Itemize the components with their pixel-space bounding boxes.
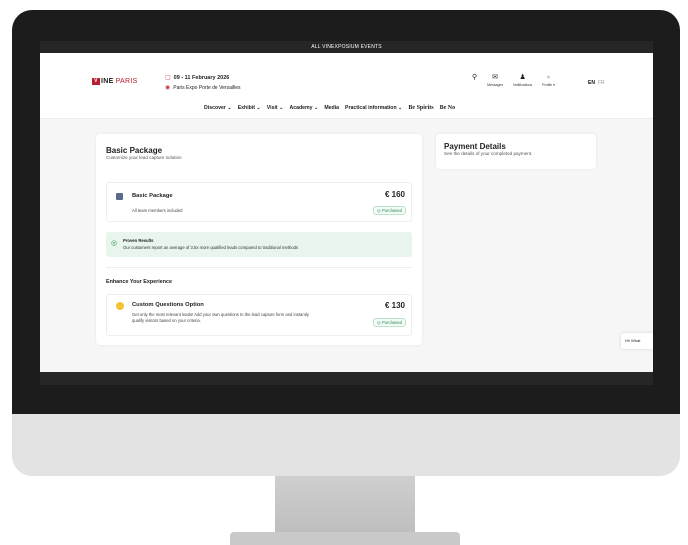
monitor-stand-foot xyxy=(230,532,460,545)
divider xyxy=(106,267,412,268)
bottom-bar xyxy=(40,372,653,385)
lightbulb-icon xyxy=(116,302,124,310)
basic-package-price: € 160 xyxy=(384,190,405,199)
payment-details-card: Payment Details See the details of your … xyxy=(436,134,596,169)
custom-questions-price: € 130 xyxy=(384,301,405,310)
profile-label: Profile ▾ xyxy=(542,83,555,87)
main-nav: Discover ⌄ Exhibit ⌄ Visit ⌄ Academy ⌄ M… xyxy=(204,105,455,111)
location-pin-icon: ◉ xyxy=(165,85,171,91)
language-switcher: EN FR xyxy=(588,80,605,86)
notifications-button[interactable]: ♟ Notifications xyxy=(513,73,532,87)
custom-questions-item[interactable]: Custom Questions Option Get only the mos… xyxy=(106,294,412,336)
bell-icon: ♟ xyxy=(519,74,526,81)
profile-button[interactable]: ● Profile ▾ xyxy=(542,73,555,87)
check-circle-icon: ◎ xyxy=(377,320,381,325)
nav-exhibit[interactable]: Exhibit ⌄ xyxy=(238,105,261,111)
basic-package-desc: All team members included xyxy=(132,208,183,213)
header-actions: ⚲ ✉ Messages ♟ Notifications ● Profile ▾ xyxy=(472,73,555,87)
custom-questions-name: Custom Questions Option xyxy=(132,302,204,308)
payment-title: Payment Details xyxy=(444,142,506,151)
custom-questions-desc-2: qualify visitors based on your criteria. xyxy=(132,318,201,323)
payment-subtitle: See the details of your completed paymen… xyxy=(444,151,533,156)
nav-be-no[interactable]: Be No xyxy=(440,105,456,111)
nav-practical-information[interactable]: Practical information ⌄ xyxy=(345,105,402,111)
nav-be-spirits[interactable]: Be Spirits xyxy=(408,105,433,111)
check-circle-icon: ◎ xyxy=(111,240,118,247)
logo-main-text: INE xyxy=(101,78,114,85)
event-date: 09 - 11 February 2026 xyxy=(173,75,230,81)
nav-discover[interactable]: Discover ⌄ xyxy=(204,105,232,111)
site-header: V INE PARIS ▢ 09 - 11 February 2026 ◉ Paris … xyxy=(40,53,653,119)
lang-en[interactable]: EN xyxy=(588,80,595,86)
basic-package-item[interactable]: Basic Package All team members included … xyxy=(106,182,412,222)
basic-purchased-badge: ◎ Purchased xyxy=(373,206,406,215)
chat-widget[interactable]: Hi! What xyxy=(621,333,653,349)
nav-visit[interactable]: Visit ⌄ xyxy=(267,105,284,111)
messages-label: Messages xyxy=(487,83,504,87)
package-title: Basic Package xyxy=(106,146,163,155)
basic-package-name: Basic Package xyxy=(132,193,173,199)
logo-mark: V xyxy=(92,78,100,85)
check-circle-icon: ◎ xyxy=(377,208,381,213)
notifications-label: Notifications xyxy=(513,83,533,87)
events-top-bar[interactable]: ALL VINEXPOSIUM EVENTS xyxy=(40,41,653,60)
custom-purchased-label: Purchased xyxy=(381,320,402,325)
basic-purchased-label: Purchased xyxy=(381,208,402,213)
all-events-link[interactable]: ALL VINEXPOSIUM EVENTS xyxy=(311,44,382,50)
event-info: ▢ 09 - 11 February 2026 ◉ Paris Expo Porte… xyxy=(165,73,241,93)
site-logo[interactable]: V INE PARIS xyxy=(92,78,138,85)
package-subtitle: Customize your lead capture solution xyxy=(106,155,182,160)
custom-questions-desc-1: Get only the most relevant leads! Add yo… xyxy=(132,312,309,317)
proven-title: Proven Results xyxy=(123,238,154,243)
nav-media[interactable]: Media xyxy=(324,105,339,111)
event-venue: Paris Expo Porte de Versailles xyxy=(173,85,241,91)
envelope-icon: ✉ xyxy=(492,74,499,81)
proven-results-banner: ◎ Proven Results Our customers report an… xyxy=(106,232,412,257)
logo-city-text: PARIS xyxy=(115,78,138,85)
calendar-icon: ▢ xyxy=(165,75,171,81)
avatar-icon: ● xyxy=(546,74,551,81)
package-box-icon xyxy=(116,193,123,200)
monitor-chin xyxy=(12,414,680,476)
lang-fr[interactable]: FR xyxy=(598,80,605,86)
search-button[interactable]: ⚲ xyxy=(472,73,477,83)
proven-text: Our customers report an average of 3.5x … xyxy=(123,245,299,250)
custom-purchased-badge: ◎ Purchased xyxy=(373,318,406,327)
search-icon: ⚲ xyxy=(472,74,478,81)
monitor-stand-neck xyxy=(275,476,415,536)
monitor-screen: ALL VINEXPOSIUM EVENTS V INE PARIS ▢ 09 - 1… xyxy=(40,41,653,385)
messages-button[interactable]: ✉ Messages xyxy=(487,73,503,87)
enhance-section-title: Enhance Your Experience xyxy=(106,279,173,285)
monitor-scene: ALL VINEXPOSIUM EVENTS V INE PARIS ▢ 09 - 1… xyxy=(0,0,688,545)
nav-academy[interactable]: Academy ⌄ xyxy=(289,105,318,111)
basic-package-card: Basic Package Customize your lead captur… xyxy=(96,134,422,345)
